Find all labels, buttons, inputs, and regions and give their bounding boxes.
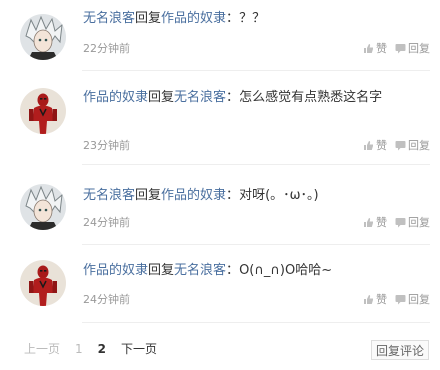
comment-text: 无名浪客回复作品的奴隶：对呀(。･ω･。): [83, 184, 418, 208]
next-page-link[interactable]: 下一页: [121, 340, 157, 357]
reply-label: 回复: [408, 139, 430, 152]
reply-icon: [395, 294, 406, 304]
page-1-link[interactable]: 1: [75, 342, 83, 356]
comment-author-link[interactable]: 无名浪客: [83, 188, 135, 203]
comment-author-link[interactable]: 无名浪客: [83, 11, 135, 26]
colon-separator: ：: [226, 90, 240, 105]
comment-text: 作品的奴隶回复无名浪客：O(∩_∩)O哈哈~: [83, 259, 418, 283]
reply-verb: 回复: [148, 90, 175, 105]
comment-text: 作品的奴隶回复无名浪客：怎么感觉有点熟悉这名字: [83, 86, 418, 110]
like-label: 赞: [376, 139, 387, 152]
thumbs-up-icon: [364, 294, 373, 304]
colon-separator: ：: [226, 11, 240, 26]
comment-body: O(∩_∩)O哈哈~: [239, 263, 333, 278]
comment-actions: 赞 回复: [363, 291, 430, 307]
comment-actions: 赞 回复: [363, 40, 430, 56]
pagination: 上一页 1 2 下一页: [24, 340, 157, 357]
like-label: 赞: [376, 42, 387, 55]
avatar[interactable]: [20, 260, 66, 306]
prev-page-link[interactable]: 上一页: [24, 340, 60, 357]
thumbs-up-icon: [364, 140, 373, 150]
avatar[interactable]: [20, 184, 66, 230]
thumbs-up-icon: [364, 217, 373, 227]
reply-icon: [395, 43, 406, 53]
divider: [82, 70, 430, 71]
divider: [82, 322, 430, 323]
comment-body: 怎么感觉有点熟悉这名字: [239, 90, 383, 105]
comment-author-link[interactable]: 作品的奴隶: [83, 263, 148, 278]
reply-button[interactable]: 回复: [395, 291, 430, 307]
divider: [82, 244, 430, 245]
reply-target-link[interactable]: 作品的奴隶: [161, 11, 226, 26]
comment-text: 无名浪客回复作品的奴隶：？？: [83, 7, 418, 31]
reply-button[interactable]: 回复: [395, 214, 430, 230]
like-button[interactable]: 赞: [363, 137, 387, 153]
comment-time: 24分钟前: [83, 293, 130, 306]
thumbs-up-icon: [364, 43, 373, 53]
colon-separator: ：: [226, 188, 240, 203]
comment-time: 23分钟前: [83, 139, 130, 152]
colon-separator: ：: [226, 263, 240, 278]
reply-label: 回复: [408, 293, 430, 306]
comment-actions: 赞 回复: [363, 137, 430, 153]
avatar[interactable]: [20, 88, 66, 134]
reply-comment-button[interactable]: 回复评论: [371, 340, 429, 360]
page-2-current: 2: [97, 341, 107, 356]
reply-icon: [395, 140, 406, 150]
like-button[interactable]: 赞: [363, 40, 387, 56]
reply-target-link[interactable]: 无名浪客: [174, 263, 226, 278]
reply-target-link[interactable]: 作品的奴隶: [161, 188, 226, 203]
comment-time: 24分钟前: [83, 216, 130, 229]
divider: [82, 164, 430, 165]
reply-icon: [395, 217, 406, 227]
reply-label: 回复: [408, 42, 430, 55]
comment-body: ？？: [239, 11, 266, 26]
reply-button[interactable]: 回复: [395, 137, 430, 153]
comment-body: 对呀(。･ω･。): [239, 188, 319, 203]
like-label: 赞: [376, 293, 387, 306]
reply-verb: 回复: [135, 11, 162, 26]
like-label: 赞: [376, 216, 387, 229]
like-button[interactable]: 赞: [363, 291, 387, 307]
comment-time: 22分钟前: [83, 42, 130, 55]
reply-target-link[interactable]: 无名浪客: [174, 90, 226, 105]
reply-verb: 回复: [148, 263, 175, 278]
comment-actions: 赞 回复: [363, 214, 430, 230]
reply-label: 回复: [408, 216, 430, 229]
avatar[interactable]: [20, 14, 66, 60]
comment-author-link[interactable]: 作品的奴隶: [83, 90, 148, 105]
reply-verb: 回复: [135, 188, 162, 203]
like-button[interactable]: 赞: [363, 214, 387, 230]
reply-button[interactable]: 回复: [395, 40, 430, 56]
